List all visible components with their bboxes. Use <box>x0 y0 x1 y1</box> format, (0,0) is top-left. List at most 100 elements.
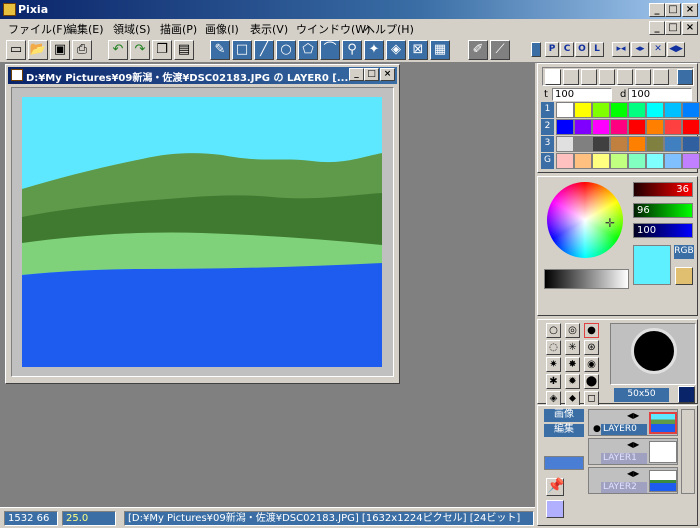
brush-shape-icon[interactable]: ◎ <box>565 323 580 338</box>
palette-swatch[interactable] <box>574 153 592 169</box>
image-tab[interactable]: 画像 <box>544 409 584 422</box>
brush-shape-icon[interactable]: ⊛ <box>584 340 599 355</box>
child-minimize-button[interactable]: _ <box>649 21 665 35</box>
palette-swatch[interactable] <box>592 119 610 135</box>
palette-row-label[interactable]: 1 <box>541 102 554 118</box>
paste-icon[interactable]: ▤ <box>174 40 194 60</box>
palette-swatch[interactable] <box>592 102 610 118</box>
brush-shape-icon[interactable]: ◻ <box>584 391 599 406</box>
brush-shape-icon[interactable]: ◌ <box>546 340 561 355</box>
palette-swatch[interactable] <box>664 153 682 169</box>
menu-window[interactable]: ウインドウ(W) <box>296 21 370 37</box>
drop-shape-icon[interactable] <box>581 69 597 85</box>
fill-bucket-icon[interactable]: ◈ <box>386 40 406 60</box>
layer-row[interactable]: ◀▶ LAYER2 <box>588 467 678 494</box>
palette-swatch[interactable] <box>592 153 610 169</box>
layer-name[interactable]: LAYER1 <box>601 453 647 464</box>
layer-list-icon[interactable] <box>546 500 564 518</box>
doc-maximize-button[interactable]: □ <box>364 68 379 81</box>
brush-shape-icon[interactable]: ◉ <box>584 357 599 372</box>
palette-swatch[interactable] <box>646 119 664 135</box>
palette-row-label[interactable]: G <box>541 153 554 169</box>
panel-o-button[interactable]: O <box>575 42 589 57</box>
dot-shape-icon[interactable] <box>563 69 579 85</box>
palette-row-label[interactable]: 3 <box>541 136 554 152</box>
palette-swatch[interactable] <box>556 153 574 169</box>
pen-tool-icon[interactable]: ✎ <box>210 40 230 60</box>
circle-shape-icon[interactable] <box>617 69 633 85</box>
palette-swatch[interactable] <box>682 153 700 169</box>
palette-swatch[interactable] <box>610 102 628 118</box>
brush-shape-icon[interactable]: ⬥ <box>565 391 580 406</box>
palette-swatch[interactable] <box>610 119 628 135</box>
palette-swatch[interactable] <box>556 119 574 135</box>
palette-swatch[interactable] <box>556 102 574 118</box>
brush-shape-icon[interactable]: ⬤ <box>584 374 599 389</box>
panel-l-button[interactable]: L <box>590 42 604 57</box>
doc-close-button[interactable]: × <box>380 68 395 81</box>
palette-swatch[interactable] <box>610 153 628 169</box>
current-color-swatch[interactable] <box>633 245 671 285</box>
undo-icon[interactable]: ↶ <box>108 40 128 60</box>
doc-minimize-button[interactable]: _ <box>349 68 364 81</box>
palette-swatch[interactable] <box>574 102 592 118</box>
menu-edit[interactable]: 編集(E) <box>66 21 104 37</box>
redo-icon[interactable]: ↷ <box>130 40 150 60</box>
opacity-field[interactable]: 100 <box>552 88 612 101</box>
child-restore-button[interactable]: □ <box>665 21 681 35</box>
layer-mode-button[interactable] <box>544 456 584 470</box>
copy-icon[interactable]: ❐ <box>152 40 172 60</box>
brush-shape-icon[interactable]: ✱ <box>546 374 561 389</box>
value-gradient-bar[interactable] <box>544 269 629 289</box>
child-close-button[interactable]: × <box>682 21 698 35</box>
layer-name[interactable]: LAYER0 <box>601 424 647 435</box>
palette-swatch[interactable] <box>628 153 646 169</box>
image-canvas[interactable] <box>22 97 382 367</box>
new-file-icon[interactable]: ▭ <box>6 40 26 60</box>
brush-shape-icon[interactable]: ✹ <box>565 374 580 389</box>
color-folder-icon[interactable] <box>675 267 693 285</box>
palette-swatch[interactable] <box>682 136 700 152</box>
brush-shape-icon[interactable]: ○ <box>546 323 561 338</box>
close-button[interactable]: × <box>682 3 698 17</box>
line-tool-icon[interactable]: ╱ <box>254 40 274 60</box>
loop-shape-icon[interactable] <box>599 69 615 85</box>
palette-row-label[interactable]: 2 <box>541 119 554 135</box>
print-icon[interactable]: ⎙ <box>72 40 92 60</box>
layer-row[interactable]: ◀▶ LAYER1 <box>588 438 678 465</box>
rgb-mode-button[interactable]: RGB <box>674 245 694 259</box>
layer-scrollbar[interactable] <box>681 409 695 494</box>
panel-p-button[interactable]: P <box>545 42 559 57</box>
menu-file[interactable]: ファイル(F) <box>8 21 67 37</box>
lasso-tool-icon[interactable]: ⚲ <box>342 40 362 60</box>
palette-swatch[interactable] <box>628 102 646 118</box>
layer-move-icon[interactable]: ◀▶ <box>627 469 639 478</box>
pin-icon[interactable]: 📌 <box>546 478 564 496</box>
layer-name[interactable]: LAYER2 <box>601 482 647 493</box>
red-slider[interactable]: 36 <box>633 182 693 197</box>
close-panels-icon[interactable]: ✕ <box>650 42 666 57</box>
layer-move-icon[interactable]: ◀▶ <box>627 411 639 420</box>
maximize-button[interactable]: □ <box>665 3 681 17</box>
pattern-icon[interactable]: ▦ <box>430 40 450 60</box>
palette-swatch[interactable] <box>646 102 664 118</box>
brush-size-field[interactable]: 50x50 <box>614 388 669 402</box>
palette-swatch[interactable] <box>628 119 646 135</box>
clear-selection-icon[interactable]: ⊠ <box>408 40 428 60</box>
palette-swatch[interactable] <box>682 119 700 135</box>
brush-shape-icon[interactable]: ● <box>584 323 599 338</box>
palette-swatch[interactable] <box>664 136 682 152</box>
density-field[interactable]: 100 <box>628 88 692 101</box>
palette-swatch[interactable] <box>664 119 682 135</box>
expand-panels-icon[interactable]: ◂▸ <box>631 42 649 57</box>
panel-c-button[interactable]: C <box>560 42 574 57</box>
brush-tool-icon[interactable]: ✐ <box>468 40 488 60</box>
palette-swatch[interactable] <box>628 136 646 152</box>
edit-tab[interactable]: 編集 <box>544 424 584 437</box>
palette-swatch[interactable] <box>574 136 592 152</box>
minimize-button[interactable]: _ <box>649 3 665 17</box>
shrink-panels-icon[interactable]: ▸◂ <box>612 42 630 57</box>
palette-swatch[interactable] <box>682 102 700 118</box>
square-shape-icon[interactable] <box>635 69 651 85</box>
airbrush-tool-icon[interactable]: ⟋ <box>490 40 510 60</box>
